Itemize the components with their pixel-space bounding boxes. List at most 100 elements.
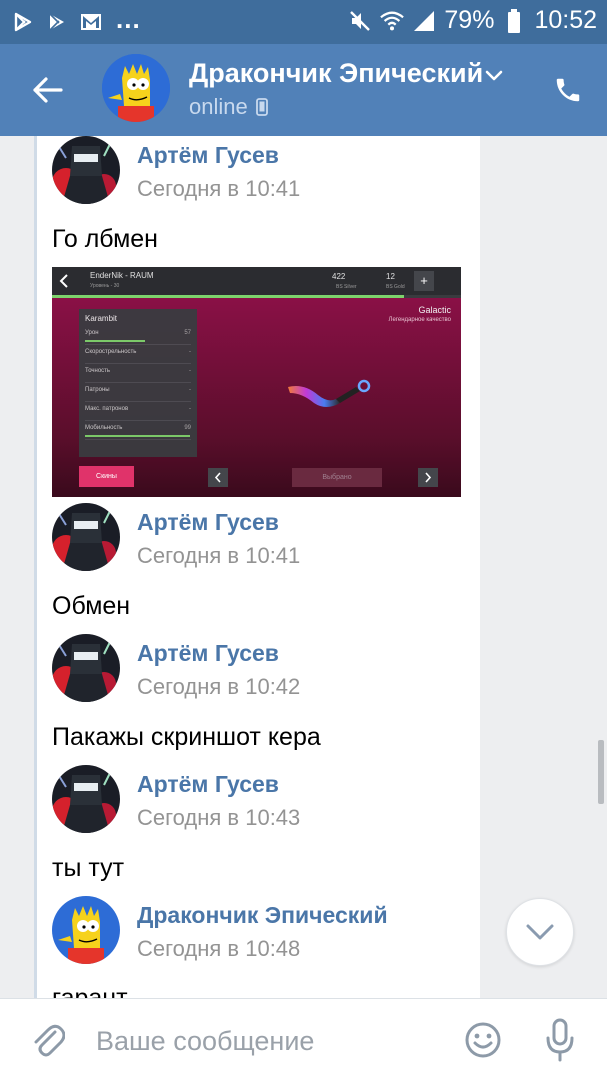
status-bar: ... 79% 10:52 (0, 0, 607, 44)
wifi-icon (380, 8, 405, 34)
avatar[interactable] (52, 634, 120, 702)
stat-value: 57 (184, 330, 191, 336)
stat-row: Скорострельность - (85, 346, 191, 364)
stat-label: Патроны (85, 387, 110, 393)
message-author[interactable]: Артём Гусев (137, 509, 279, 536)
skin-name: Galactic (418, 305, 451, 315)
call-button[interactable] (546, 68, 590, 112)
stat-bar (85, 340, 146, 342)
chat-header: Дракончик Эпический online (0, 44, 607, 136)
stat-row: Урон 57 (85, 327, 191, 345)
message-text: ты тут (52, 854, 125, 882)
online-status: online (189, 94, 268, 120)
signal-icon (412, 8, 436, 34)
avatar[interactable] (102, 54, 170, 122)
stat-value: - (189, 387, 191, 393)
add-currency-button: + (414, 271, 434, 291)
stat-value: 99 (184, 425, 191, 431)
next-skin-button (418, 468, 438, 487)
stat-value: - (189, 368, 191, 374)
message-header: Артём Гусев Сегодня в 10:42 (52, 634, 472, 702)
attachment-image[interactable]: EnderNik - RAUM Уровень - 30 422 BS Silv… (52, 267, 461, 497)
stat-label: Точность (85, 368, 111, 374)
avatar[interactable] (52, 136, 120, 204)
avatar[interactable] (52, 896, 120, 964)
battery-icon (502, 8, 526, 34)
stat-row: Мобильность 99 (85, 422, 191, 440)
scrollbar[interactable] (598, 740, 604, 804)
game-topbar: EnderNik - RAUM Уровень - 30 422 BS Silv… (52, 267, 461, 295)
phone-icon (556, 78, 580, 102)
silver-amount: 422 (332, 272, 346, 281)
message-time: Сегодня в 10:43 (137, 805, 301, 830)
avatar[interactable] (52, 503, 120, 571)
message-author[interactable]: Артём Гусев (137, 142, 279, 169)
skin-quality: Легендарное качество (388, 317, 451, 323)
stat-row: Патроны - (85, 384, 191, 402)
scroll-to-bottom-button[interactable] (506, 898, 574, 966)
chevron-down-icon[interactable] (484, 66, 504, 86)
arrow-left-icon (33, 77, 63, 103)
message-text: гарант (52, 984, 128, 998)
paperclip-icon (34, 1024, 65, 1057)
stat-row: Макс. патронов - (85, 403, 191, 421)
chat-title[interactable]: Дракончик Эпический (189, 58, 483, 89)
message-text: Го лбмен (52, 225, 158, 253)
emoji-button[interactable] (462, 1019, 504, 1061)
gold-amount: 12 (386, 272, 395, 281)
mute-icon (348, 8, 372, 34)
message-time: Сегодня в 10:41 (137, 176, 301, 201)
stat-label: Скорострельность (85, 349, 137, 355)
battery-percent: 79% (444, 6, 495, 34)
silver-label: BS Silver (336, 284, 357, 290)
message-header: Артём Гусев Сегодня в 10:41 (52, 136, 472, 204)
chevron-left-icon (214, 472, 221, 483)
message-author[interactable]: Артём Гусев (137, 640, 279, 667)
message-author[interactable]: Артём Гусев (137, 771, 279, 798)
selected-button: Выбрано (292, 468, 382, 487)
message-text: Обмен (52, 592, 131, 620)
gmail-icon (80, 11, 102, 33)
play-store-icon (12, 11, 34, 33)
message-header: Артём Гусев Сегодня в 10:41 (52, 503, 472, 571)
stat-row: Точность - (85, 365, 191, 383)
stat-label: Урон (85, 330, 99, 336)
attach-button[interactable] (28, 1019, 68, 1061)
chevron-right-icon (425, 472, 432, 483)
skin-info: Galactic Легендарное качество (389, 305, 451, 323)
chevron-down-icon (526, 924, 554, 940)
stat-label: Мобильность (85, 425, 123, 431)
weapon-stats-panel: Karambit Урон 57 Скорострельность - Точность… (79, 309, 197, 457)
notification-overflow: ... (116, 4, 141, 34)
message-header: Артём Гусев Сегодня в 10:43 (52, 765, 472, 833)
message-time: Сегодня в 10:48 (137, 936, 301, 961)
status-label: online (189, 94, 248, 119)
stat-bar (85, 435, 190, 437)
message-author[interactable]: Дракончик Эпический (137, 902, 388, 929)
avatar[interactable] (52, 765, 120, 833)
skins-button: Скины (79, 466, 134, 487)
voice-message-button[interactable] (540, 1017, 580, 1063)
message-time: Сегодня в 10:41 (137, 543, 301, 568)
play-store-icon (46, 11, 68, 33)
message-header: Дракончик Эпический Сегодня в 10:48 (52, 896, 472, 964)
prev-skin-button (208, 468, 228, 487)
player-level: Уровень - 30 (90, 283, 120, 289)
mobile-icon (255, 98, 268, 116)
karambit-knife-icon (288, 379, 371, 407)
back-button[interactable] (26, 68, 70, 112)
chevron-left-icon (59, 274, 68, 288)
message-time: Сегодня в 10:42 (137, 674, 301, 699)
smile-icon (465, 1022, 501, 1058)
microphone-icon (546, 1018, 574, 1062)
clock: 10:52 (534, 6, 597, 34)
gold-label: BS Gold (386, 284, 405, 290)
weapon-name: Karambit (85, 314, 118, 323)
message-input[interactable] (96, 1021, 436, 1061)
stat-label: Макс. патронов (85, 406, 129, 412)
message-composer (0, 998, 607, 1080)
message-list[interactable]: Артём Гусев Сегодня в 10:41 Го лбмен End… (0, 136, 607, 998)
stat-value: - (189, 349, 191, 355)
player-name: EnderNik - RAUM (90, 271, 154, 280)
message-text: Пакажы скриншот кера (52, 723, 321, 751)
